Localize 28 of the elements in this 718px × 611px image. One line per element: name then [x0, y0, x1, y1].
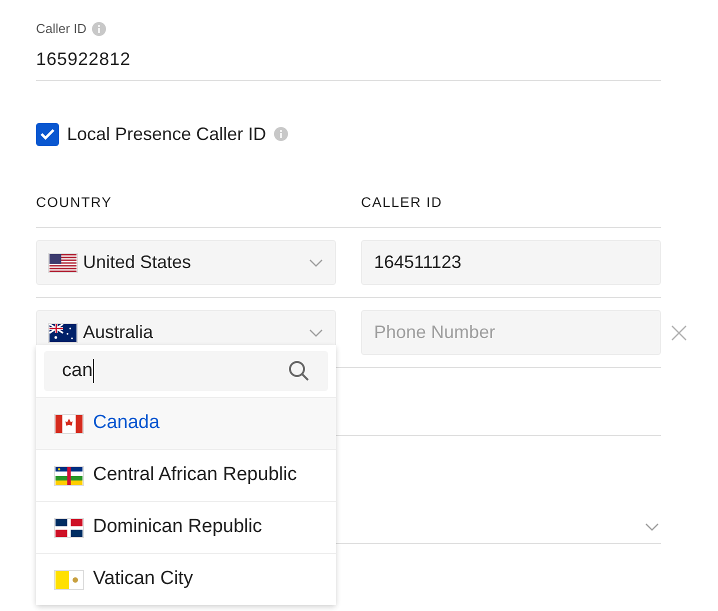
caller-id-field[interactable]: 164511123: [361, 240, 661, 285]
column-header: CALLER ID: [361, 193, 442, 212]
flag-icon: [54, 466, 84, 486]
caller-id-field[interactable]: 165922812: [36, 48, 661, 81]
country-select[interactable]: United States: [36, 240, 336, 285]
close-icon: [671, 325, 687, 341]
chevron-icon: [645, 523, 659, 531]
country-option[interactable]: Canada: [36, 397, 336, 449]
flag-icon: [54, 414, 84, 434]
search-field[interactable]: can: [44, 351, 328, 391]
info-icon: [274, 127, 288, 141]
country-option[interactable]: Central African Republic: [36, 449, 336, 501]
checkbox-label: Local Presence Caller ID: [67, 122, 266, 146]
country-option[interactable]: Vatican City: [36, 553, 336, 605]
search-icon: [288, 360, 310, 382]
flag-icon: [54, 518, 84, 538]
field-label: Caller ID: [36, 20, 87, 38]
column-header: COUNTRY: [36, 193, 113, 212]
country-option[interactable]: Dominican Republic: [36, 501, 336, 553]
flag-icon: [48, 322, 78, 342]
checkbox[interactable]: [36, 122, 59, 146]
phone-number-field[interactable]: Phone Number: [361, 310, 661, 355]
info-icon: [92, 22, 106, 36]
chevron-icon: [309, 328, 323, 336]
chevron-icon: [309, 258, 323, 266]
flag-icon: [54, 570, 84, 590]
flag-icon: [48, 252, 78, 272]
check-icon: [40, 128, 55, 140]
